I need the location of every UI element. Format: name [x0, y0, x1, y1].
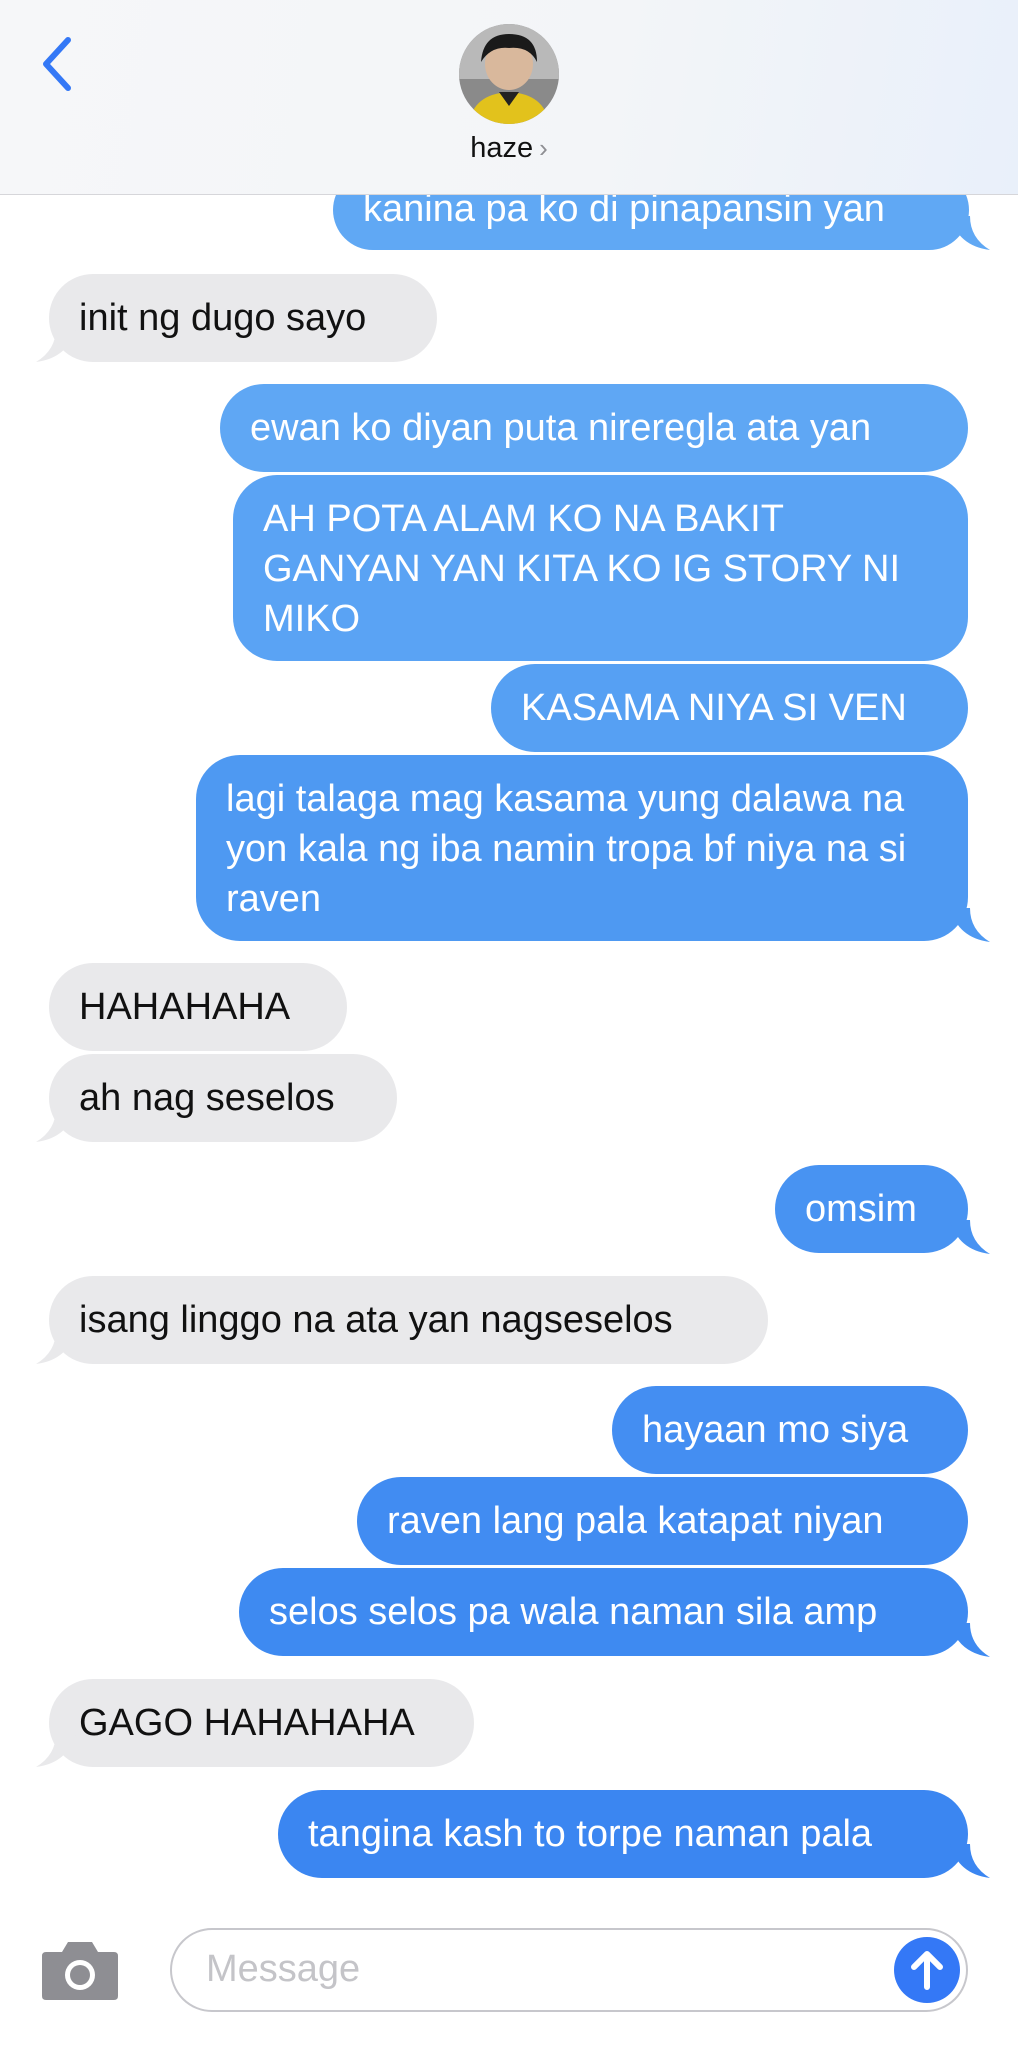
message-bubble-outgoing[interactable]: tangina kash to torpe naman pala [278, 1790, 968, 1878]
message-bubble-outgoing[interactable]: lagi talaga mag kasama yung dalawa na yo… [196, 755, 968, 941]
bubble-tail [36, 1330, 76, 1364]
bubble-tail [36, 328, 76, 362]
message-composer: Message [0, 1900, 1018, 2048]
message-bubble-incoming[interactable]: ah nag seselos [49, 1054, 397, 1142]
bubble-tail [950, 1623, 990, 1657]
message-placeholder: Message [206, 1948, 361, 1990]
bubble-tail [36, 1108, 76, 1142]
message-bubble-outgoing[interactable]: KASAMA NIYA SI VEN [491, 664, 968, 752]
message-bubble-incoming[interactable]: init ng dugo sayo [49, 274, 437, 362]
message-bubble-incoming[interactable]: GAGO HAHAHAHA [49, 1679, 474, 1767]
message-bubble-outgoing[interactable]: selos selos pa wala naman sila amp [239, 1568, 968, 1656]
message-bubble-incoming[interactable]: HAHAHAHA [49, 963, 347, 1051]
message-bubble-outgoing[interactable]: omsim [775, 1165, 968, 1253]
bubble-tail [950, 908, 990, 942]
message-bubble-incoming[interactable]: isang linggo na ata yan nagseselos [49, 1276, 768, 1364]
chevron-right-icon: › [539, 133, 548, 163]
bubble-tail [36, 1733, 76, 1767]
bubble-tail [950, 216, 990, 250]
camera-icon[interactable] [40, 1938, 120, 2002]
avatar[interactable] [459, 24, 559, 124]
message-bubble-outgoing[interactable]: ewan ko diyan puta nireregla ata yan [220, 384, 968, 472]
send-arrow-icon [911, 1951, 943, 1990]
back-chevron-icon[interactable] [38, 34, 78, 94]
contact-name[interactable]: haze › [0, 132, 1018, 165]
conversation-header: haze › [0, 0, 1018, 195]
bubble-tail [950, 1220, 990, 1254]
message-bubble-outgoing[interactable]: hayaan mo siya [612, 1386, 968, 1474]
message-input[interactable]: Message [170, 1928, 968, 2012]
message-bubble-outgoing[interactable]: raven lang pala katapat niyan [357, 1477, 968, 1565]
message-thread: kanina pa ko di pinapansin yan init ng d… [0, 0, 1018, 1900]
contact-name-label: haze [470, 132, 534, 164]
message-bubble-outgoing[interactable]: AH POTA ALAM KO NA BAKIT GANYAN YAN KITA… [233, 475, 968, 661]
bubble-tail [950, 1844, 990, 1878]
send-button[interactable] [894, 1937, 960, 2003]
